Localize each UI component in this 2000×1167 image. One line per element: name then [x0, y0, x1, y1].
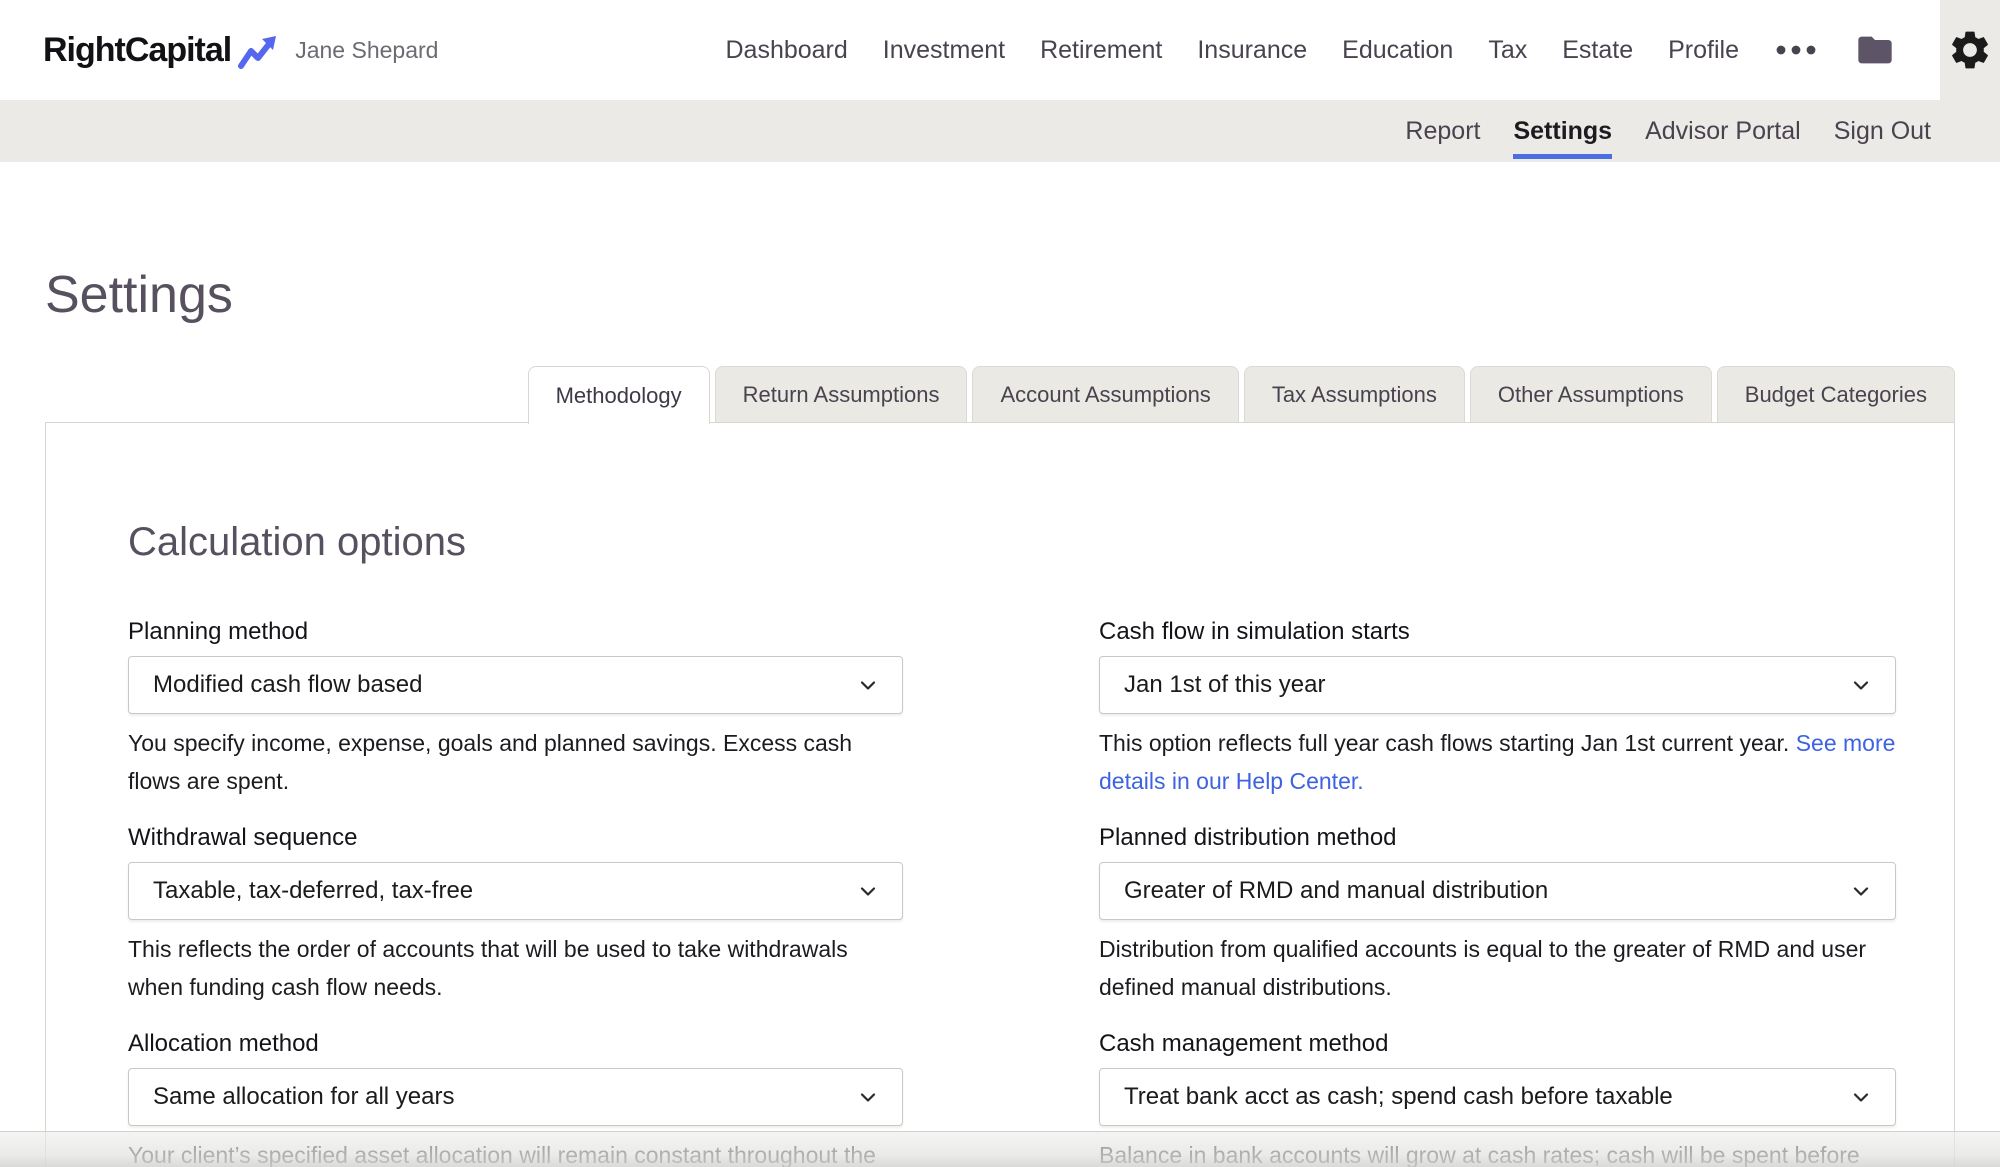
subnav-item-sign-out[interactable]: Sign Out [1834, 100, 1931, 162]
planning-method-label: Planning method [128, 618, 903, 646]
nav-item-dashboard[interactable]: Dashboard [725, 36, 847, 65]
cash-flow-start-help-text: This option reflects full year cash flow… [1099, 730, 1796, 756]
cash-flow-start-label: Cash flow in simulation starts [1099, 618, 1896, 646]
nav-item-retirement[interactable]: Retirement [1040, 36, 1162, 65]
planned-distribution-value: Greater of RMD and manual distribution [1124, 877, 1548, 905]
planned-distribution-help: Distribution from qualified accounts is … [1099, 930, 1896, 1006]
field-planned-distribution: Planned distribution method Greater of R… [1099, 824, 1896, 1006]
nav-item-investment[interactable]: Investment [883, 36, 1005, 65]
primary-nav: Dashboard Investment Retirement Insuranc… [725, 0, 2000, 100]
page-title: Settings [45, 264, 2000, 326]
chevron-down-icon [1849, 1085, 1873, 1109]
field-withdrawal-sequence: Withdrawal sequence Taxable, tax-deferre… [128, 824, 903, 1006]
field-cash-management: Cash management method Treat bank acct a… [1099, 1030, 1896, 1167]
form-column-right: Cash flow in simulation starts Jan 1st o… [1099, 618, 1896, 1167]
withdrawal-sequence-select[interactable]: Taxable, tax-deferred, tax-free [128, 862, 903, 920]
planning-method-select[interactable]: Modified cash flow based [128, 656, 903, 714]
allocation-method-label: Allocation method [128, 1030, 903, 1058]
top-header: RightCapital Jane Shepard Dashboard Inve… [0, 0, 2000, 100]
tab-budget-categories[interactable]: Budget Categories [1717, 366, 1955, 422]
section-heading: Calculation options [128, 518, 1894, 566]
nav-item-education[interactable]: Education [1342, 36, 1453, 65]
methodology-panel: Calculation options Planning method Modi… [45, 422, 1955, 1167]
chevron-down-icon [856, 673, 880, 697]
client-name: Jane Shepard [295, 37, 438, 64]
logo-arrow-icon [237, 33, 279, 71]
chevron-down-icon [1849, 879, 1873, 903]
field-allocation-method: Allocation method Same allocation for al… [128, 1030, 903, 1167]
subnav-item-report[interactable]: Report [1405, 100, 1480, 162]
nav-item-insurance[interactable]: Insurance [1197, 36, 1307, 65]
allocation-method-select[interactable]: Same allocation for all years [128, 1068, 903, 1126]
folder-icon[interactable] [1853, 30, 1897, 70]
tab-return-assumptions[interactable]: Return Assumptions [715, 366, 968, 422]
planning-method-help: You specify income, expense, goals and p… [128, 724, 903, 800]
brand-name: RightCapital [43, 31, 231, 70]
planning-method-value: Modified cash flow based [153, 671, 422, 699]
secondary-nav: Report Settings Advisor Portal Sign Out [0, 100, 2000, 162]
cash-management-value: Treat bank acct as cash; spend cash befo… [1124, 1083, 1673, 1111]
nav-item-estate[interactable]: Estate [1562, 36, 1633, 65]
planned-distribution-label: Planned distribution method [1099, 824, 1896, 852]
chevron-down-icon [856, 879, 880, 903]
subnav-item-settings[interactable]: Settings [1513, 100, 1612, 162]
nav-item-profile[interactable]: Profile [1668, 36, 1739, 65]
withdrawal-sequence-value: Taxable, tax-deferred, tax-free [153, 877, 473, 905]
field-planning-method: Planning method Modified cash flow based… [128, 618, 903, 800]
gear-icon[interactable] [1940, 0, 2000, 100]
settings-tabs: Methodology Return Assumptions Account A… [0, 366, 2000, 422]
withdrawal-sequence-help: This reflects the order of accounts that… [128, 930, 903, 1006]
ellipsis-icon[interactable] [1774, 44, 1818, 56]
brand-logo[interactable]: RightCapital [43, 29, 279, 71]
allocation-method-value: Same allocation for all years [153, 1083, 454, 1111]
tab-account-assumptions[interactable]: Account Assumptions [972, 366, 1238, 422]
subnav-item-advisor-portal[interactable]: Advisor Portal [1645, 100, 1801, 162]
cash-flow-start-value: Jan 1st of this year [1124, 671, 1325, 699]
planned-distribution-select[interactable]: Greater of RMD and manual distribution [1099, 862, 1896, 920]
chevron-down-icon [1849, 673, 1873, 697]
calculation-options-form: Planning method Modified cash flow based… [128, 618, 1894, 1167]
field-cash-flow-start: Cash flow in simulation starts Jan 1st o… [1099, 618, 1896, 800]
cash-management-help: Balance in bank accounts will grow at ca… [1099, 1136, 1896, 1167]
cash-management-label: Cash management method [1099, 1030, 1896, 1058]
tab-other-assumptions[interactable]: Other Assumptions [1470, 366, 1712, 422]
chevron-down-icon [856, 1085, 880, 1109]
cash-management-select[interactable]: Treat bank acct as cash; spend cash befo… [1099, 1068, 1896, 1126]
allocation-method-help: Your client’s specified asset allocation… [128, 1136, 903, 1167]
tab-methodology[interactable]: Methodology [528, 366, 710, 424]
cash-flow-start-help: This option reflects full year cash flow… [1099, 724, 1896, 800]
tab-tax-assumptions[interactable]: Tax Assumptions [1244, 366, 1465, 422]
nav-item-tax[interactable]: Tax [1488, 36, 1527, 65]
form-column-left: Planning method Modified cash flow based… [128, 618, 903, 1167]
cash-flow-start-select[interactable]: Jan 1st of this year [1099, 656, 1896, 714]
withdrawal-sequence-label: Withdrawal sequence [128, 824, 903, 852]
